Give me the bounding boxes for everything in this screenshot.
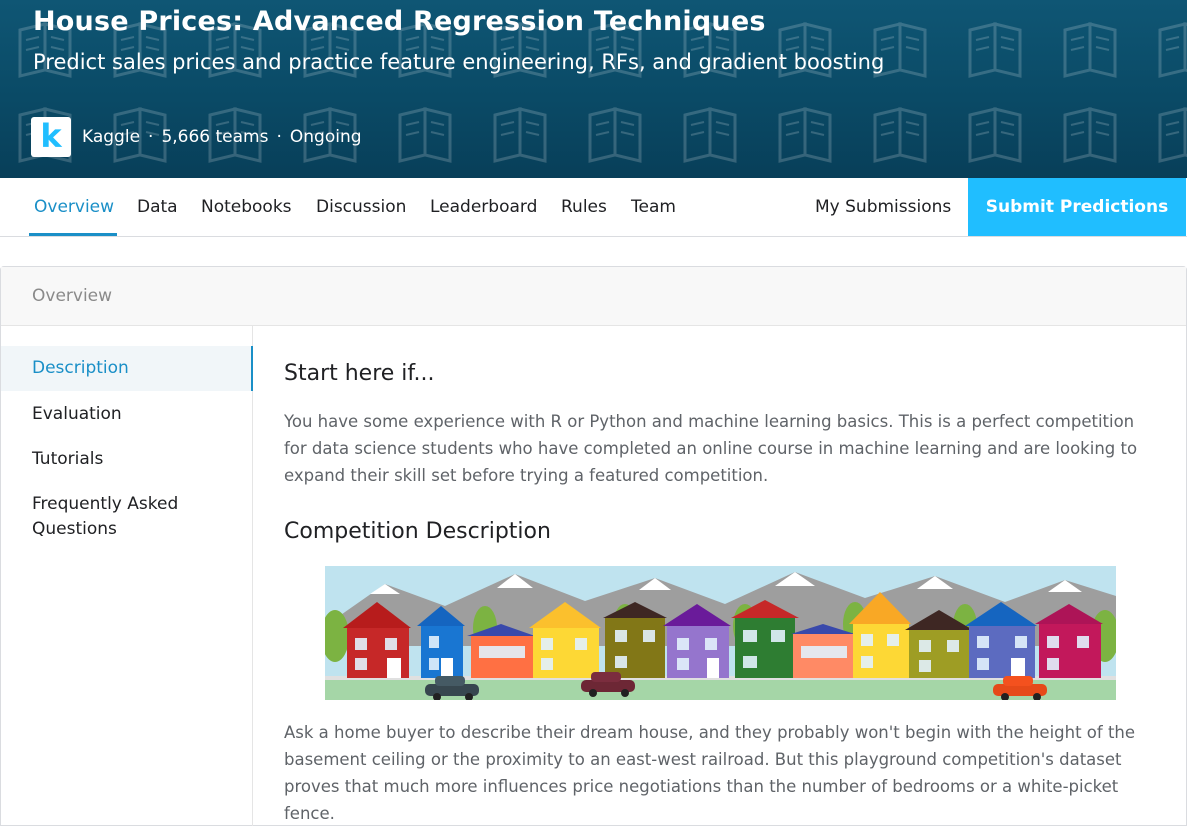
card-header-label: Overview — [32, 286, 113, 306]
competition-status: Ongoing — [289, 127, 362, 147]
tab-data[interactable]: Data — [137, 178, 178, 236]
card-header: Overview — [1, 267, 1186, 326]
section-heading-start-here: Start here if... — [284, 361, 435, 386]
host-name[interactable]: Kaggle — [82, 127, 140, 147]
competition-meta: k Kaggle · 5,666 teams · Ongoing — [31, 117, 362, 157]
tab-team[interactable]: Team — [631, 178, 676, 236]
submit-predictions-button[interactable]: Submit Predictions — [968, 178, 1186, 236]
overview-card: Overview Description Evaluation Tutorial… — [0, 266, 1187, 826]
active-tab-indicator — [29, 233, 117, 236]
tab-notebooks[interactable]: Notebooks — [201, 178, 292, 236]
competition-header: House Prices: Advanced Regression Techni… — [0, 0, 1187, 178]
tab-rules[interactable]: Rules — [561, 178, 607, 236]
sidenav-item-faq[interactable]: Frequently Asked Questions — [1, 492, 253, 542]
competition-subtitle: Predict sales prices and practice featur… — [33, 50, 885, 74]
kaggle-logo-icon[interactable]: k — [31, 117, 71, 157]
competition-tabbar: Overview Data Notebooks Discussion Leade… — [0, 178, 1187, 237]
section-heading-competition-description: Competition Description — [284, 519, 551, 544]
my-submissions-link[interactable]: My Submissions — [815, 178, 951, 236]
tab-leaderboard[interactable]: Leaderboard — [430, 178, 537, 236]
meta-separator: · — [148, 127, 154, 147]
tab-discussion[interactable]: Discussion — [316, 178, 406, 236]
intro-paragraph: You have some experience with R or Pytho… — [284, 412, 1138, 485]
competition-description-paragraph: Ask a home buyer to describe their dream… — [284, 723, 1136, 823]
competition-title: House Prices: Advanced Regression Techni… — [33, 6, 766, 37]
sidenav-item-tutorials[interactable]: Tutorials — [1, 447, 253, 472]
team-count[interactable]: 5,666 teams — [161, 127, 268, 147]
kaggle-logo-letter: k — [40, 116, 62, 155]
houses-banner-image — [325, 566, 1116, 700]
sidenav-item-evaluation[interactable]: Evaluation — [1, 402, 253, 427]
tab-overview[interactable]: Overview — [34, 178, 114, 236]
sidenav-item-description[interactable]: Description — [1, 346, 253, 391]
overview-sidenav: Description Evaluation Tutorials Frequen… — [1, 326, 253, 826]
meta-separator: · — [276, 127, 282, 147]
